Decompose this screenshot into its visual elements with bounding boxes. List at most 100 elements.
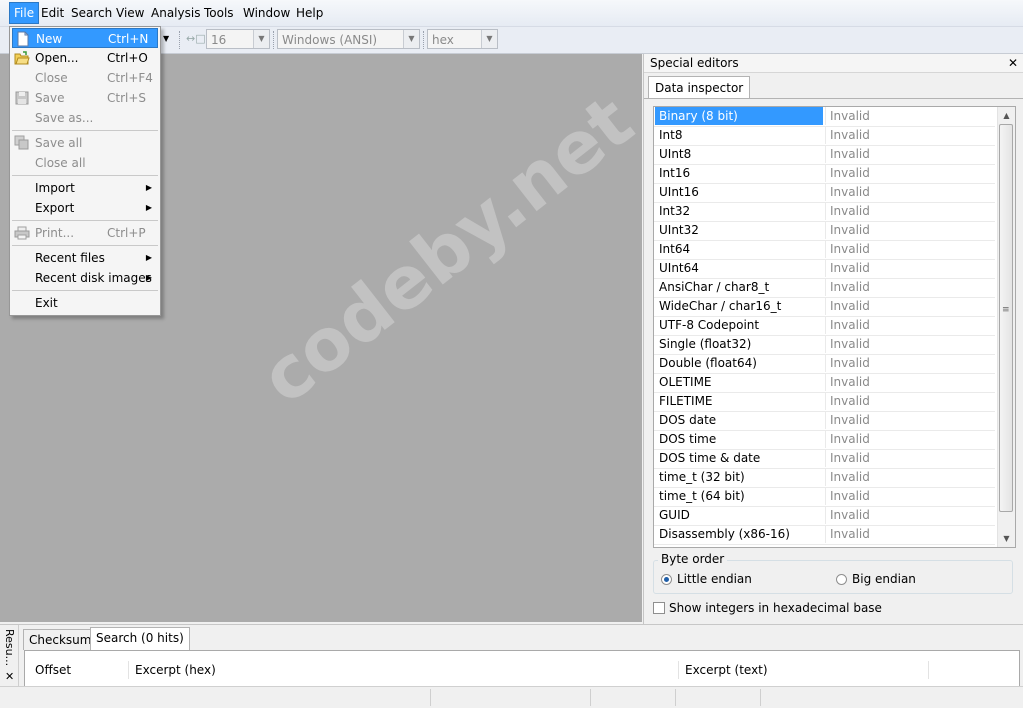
little-endian-label[interactable]: Little endian <box>677 572 752 586</box>
column-offset[interactable]: Offset <box>29 661 129 679</box>
data-inspector-row[interactable]: UTF-8 Codepoint Invalid <box>654 316 995 336</box>
menu-item-export[interactable]: Export ▶ <box>12 198 158 218</box>
data-type-cell[interactable]: UTF-8 Codepoint <box>655 316 823 334</box>
data-inspector-row[interactable]: UInt32 Invalid <box>654 221 995 241</box>
menu-item-recent-files[interactable]: Recent files ▶ <box>12 248 158 268</box>
menu-tools[interactable]: Tools <box>200 3 238 23</box>
data-value-cell[interactable]: Invalid <box>825 468 995 486</box>
data-inspector-row[interactable]: UInt8 Invalid <box>654 145 995 165</box>
data-value-cell[interactable]: Invalid <box>825 259 995 277</box>
hex-base-label[interactable]: Show integers in hexadecimal base <box>669 601 882 615</box>
scroll-up-icon[interactable]: ▲ <box>998 107 1015 124</box>
data-value-cell[interactable]: Invalid <box>825 487 995 505</box>
data-inspector-row[interactable]: Disassembly (x86-16) Invalid <box>654 525 995 545</box>
data-inspector-row[interactable]: time_t (32 bit) Invalid <box>654 468 995 488</box>
menu-item-save[interactable]: Save Ctrl+S <box>12 88 158 108</box>
data-type-cell[interactable]: WideChar / char16_t <box>655 297 823 315</box>
data-type-cell[interactable]: Int16 <box>655 164 823 182</box>
data-inspector-row[interactable]: Double (float64) Invalid <box>654 354 995 374</box>
data-type-cell[interactable]: Int32 <box>655 202 823 220</box>
data-value-cell[interactable]: Invalid <box>825 183 995 201</box>
tab-checksum[interactable]: Checksum <box>23 629 98 650</box>
bytes-per-row-combo[interactable]: 16 ▼ <box>206 29 270 49</box>
data-value-cell[interactable]: Invalid <box>825 411 995 429</box>
hex-base-checkbox[interactable] <box>653 602 665 614</box>
data-value-cell[interactable]: Invalid <box>825 335 995 353</box>
data-inspector-row[interactable]: time_t (64 bit) Invalid <box>654 487 995 507</box>
data-type-cell[interactable]: Int8 <box>655 126 823 144</box>
data-type-cell[interactable]: AnsiChar / char8_t <box>655 278 823 296</box>
display-mode-combo[interactable]: hex ▼ <box>427 29 498 49</box>
data-value-cell[interactable]: Invalid <box>825 392 995 410</box>
data-type-cell[interactable]: Int64 <box>655 240 823 258</box>
data-type-cell[interactable]: OLETIME <box>655 373 823 391</box>
menu-item-close-all[interactable]: Close all <box>12 153 158 173</box>
data-type-cell[interactable]: Disassembly (x86-16) <box>655 525 823 543</box>
menu-file[interactable]: File <box>9 2 40 24</box>
data-inspector-row[interactable]: DOS time Invalid <box>654 430 995 450</box>
column-excerpt-hex[interactable]: Excerpt (hex) <box>129 661 679 679</box>
menu-item-open[interactable]: Open... Ctrl+O <box>12 48 158 68</box>
menu-search[interactable]: Search <box>67 3 116 23</box>
data-value-cell[interactable]: Invalid <box>825 240 995 258</box>
close-icon[interactable]: ✕ <box>1008 54 1018 72</box>
data-type-cell[interactable]: DOS time <box>655 430 823 448</box>
menu-item-recent-disk-images[interactable]: Recent disk images ▶ <box>12 268 158 288</box>
data-inspector-row[interactable]: Int32 Invalid <box>654 202 995 222</box>
data-type-cell[interactable]: GUID <box>655 506 823 524</box>
data-inspector-row[interactable]: Single (float32) Invalid <box>654 335 995 355</box>
data-value-cell[interactable]: Invalid <box>825 145 995 163</box>
data-type-cell[interactable]: UInt64 <box>655 259 823 277</box>
data-type-cell[interactable]: time_t (64 bit) <box>655 487 823 505</box>
menu-window[interactable]: Window <box>239 3 294 23</box>
data-type-cell[interactable]: DOS date <box>655 411 823 429</box>
data-inspector-row[interactable]: DOS time & date Invalid <box>654 449 995 469</box>
data-value-cell[interactable]: Invalid <box>825 202 995 220</box>
data-inspector-row[interactable]: Int64 Invalid <box>654 240 995 260</box>
data-type-cell[interactable]: Single (float32) <box>655 335 823 353</box>
menu-item-new[interactable]: New Ctrl+N <box>12 28 158 48</box>
data-value-cell[interactable]: Invalid <box>825 316 995 334</box>
menu-item-import[interactable]: Import ▶ <box>12 178 158 198</box>
menu-view[interactable]: View <box>112 3 148 23</box>
data-value-cell[interactable]: Invalid <box>825 107 995 125</box>
data-inspector-row[interactable]: Int16 Invalid <box>654 164 995 184</box>
data-value-cell[interactable]: Invalid <box>825 221 995 239</box>
menu-item-save-as[interactable]: Save as... <box>12 108 158 128</box>
big-endian-radio[interactable] <box>836 574 847 585</box>
data-inspector-row[interactable]: Binary (8 bit) Invalid <box>654 107 995 127</box>
data-inspector-row[interactable]: GUID Invalid <box>654 506 995 526</box>
little-endian-radio[interactable] <box>661 574 672 585</box>
big-endian-label[interactable]: Big endian <box>852 572 916 586</box>
data-inspector-row[interactable]: Int8 Invalid <box>654 126 995 146</box>
data-value-cell[interactable]: Invalid <box>825 126 995 144</box>
data-value-cell[interactable]: Invalid <box>825 449 995 467</box>
data-inspector-row[interactable]: WideChar / char16_t Invalid <box>654 297 995 317</box>
data-type-cell[interactable]: DOS time & date <box>655 449 823 467</box>
menu-item-save-all[interactable]: Save all <box>12 133 158 153</box>
data-value-cell[interactable]: Invalid <box>825 297 995 315</box>
data-value-cell[interactable]: Invalid <box>825 430 995 448</box>
vertical-scrollbar[interactable]: ▲ ≡ ▼ <box>997 107 1015 547</box>
menu-item-close[interactable]: Close Ctrl+F4 <box>12 68 158 88</box>
data-type-cell[interactable]: UInt32 <box>655 221 823 239</box>
data-inspector-row[interactable]: UInt64 Invalid <box>654 259 995 279</box>
data-inspector-row[interactable]: OLETIME Invalid <box>654 373 995 393</box>
data-type-cell[interactable]: Double (float64) <box>655 354 823 372</box>
menu-help[interactable]: Help <box>292 3 327 23</box>
menu-item-exit[interactable]: Exit <box>12 293 158 313</box>
data-inspector-row[interactable]: AnsiChar / char8_t Invalid <box>654 278 995 298</box>
data-value-cell[interactable]: Invalid <box>825 164 995 182</box>
tab-search[interactable]: Search (0 hits) <box>90 627 190 650</box>
data-type-cell[interactable]: FILETIME <box>655 392 823 410</box>
data-type-cell[interactable]: UInt16 <box>655 183 823 201</box>
scroll-down-icon[interactable]: ▼ <box>998 530 1015 547</box>
scrollbar-thumb[interactable]: ≡ <box>999 124 1013 512</box>
data-value-cell[interactable]: Invalid <box>825 373 995 391</box>
data-value-cell[interactable]: Invalid <box>825 506 995 524</box>
encoding-combo[interactable]: Windows (ANSI) ▼ <box>277 29 420 49</box>
data-value-cell[interactable]: Invalid <box>825 278 995 296</box>
data-type-cell[interactable]: Binary (8 bit) <box>655 107 823 125</box>
results-side-label[interactable]: Resu... <box>3 629 16 666</box>
column-excerpt-text[interactable]: Excerpt (text) <box>679 661 929 679</box>
